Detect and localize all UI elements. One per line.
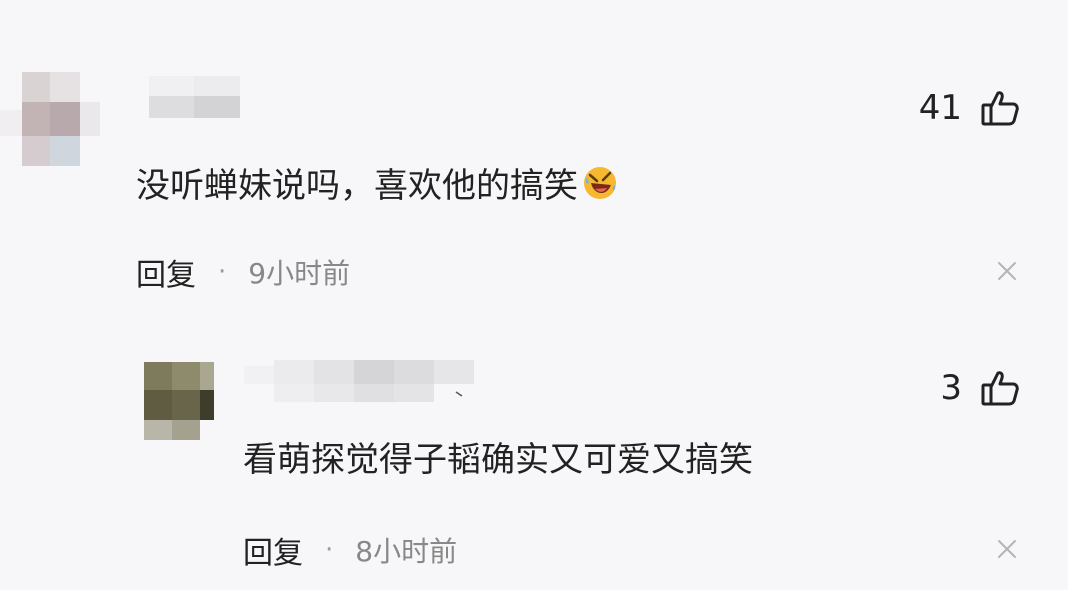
like-group[interactable]: 3: [940, 368, 1020, 408]
thumb-up-icon[interactable]: [980, 88, 1020, 128]
reply-button[interactable]: 回复: [136, 250, 196, 294]
thumb-up-icon[interactable]: [980, 368, 1020, 408]
comment-meta: 回复 · 8小时前: [243, 528, 457, 572]
avatar[interactable]: [130, 358, 220, 448]
comment-item: 3 看萌探觉得子韬确实又可爱又搞笑 回复 · 8小时前: [0, 300, 1068, 590]
close-icon[interactable]: [996, 538, 1018, 560]
comment-meta: 回复 · 9小时前: [136, 250, 350, 294]
separator-dot: ·: [218, 257, 227, 287]
timestamp: 9小时前: [248, 257, 351, 290]
close-icon[interactable]: [996, 260, 1018, 282]
reply-button[interactable]: 回复: [243, 528, 303, 572]
username-blurred[interactable]: [244, 360, 484, 402]
separator-dot: ·: [325, 535, 334, 565]
comment-text: 没听蝉妹说吗，喜欢他的搞笑: [136, 165, 618, 203]
like-count: 3: [940, 368, 962, 408]
username-blurred[interactable]: [145, 76, 240, 118]
comment-text: 看萌探觉得子韬确实又可爱又搞笑: [243, 440, 753, 480]
like-count: 41: [918, 88, 962, 128]
avatar[interactable]: [0, 70, 100, 170]
like-group[interactable]: 41: [919, 88, 1020, 128]
timestamp: 8小时前: [355, 535, 458, 568]
comment-item: 41 没听蝉妹说吗，喜欢他的搞笑 回复 · 9小时前: [0, 0, 1068, 300]
rolling-on-floor-laughing-emoji-icon: [582, 165, 618, 201]
